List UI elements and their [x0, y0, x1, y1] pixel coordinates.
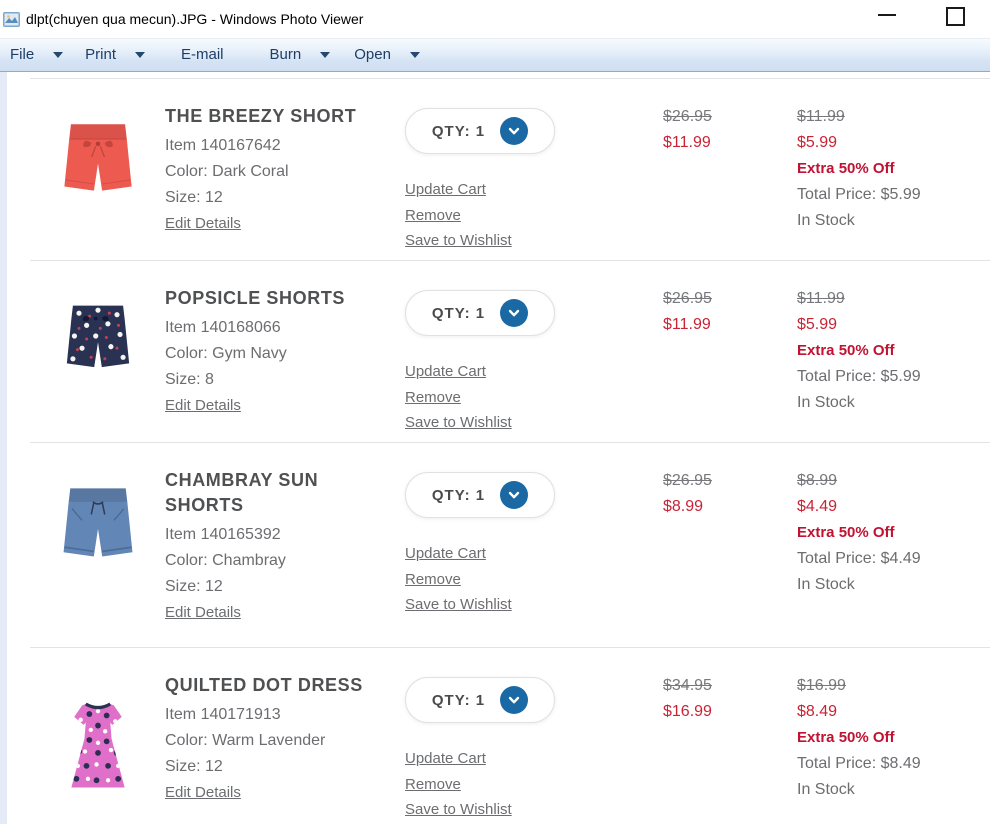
qty-value: QTY: 1	[432, 692, 485, 709]
stock-status: In Stock	[797, 390, 990, 416]
stock-status: In Stock	[797, 572, 990, 598]
chevron-down-icon	[320, 52, 330, 58]
menu-burn[interactable]: Burn	[270, 40, 331, 70]
total-price: Total Price: $5.99	[797, 364, 990, 390]
edit-details-link[interactable]: Edit Details	[165, 600, 241, 626]
sale-original-price: $16.99	[797, 673, 990, 699]
product-image-coral-shorts	[52, 116, 144, 198]
product-size: Size: 12	[165, 754, 405, 780]
chevron-down-icon	[500, 299, 528, 327]
total-price: Total Price: $4.49	[797, 546, 990, 572]
product-image-navy-shorts	[56, 298, 140, 374]
photo-viewer-icon	[3, 12, 20, 27]
original-price: $34.95	[663, 673, 797, 699]
sale-price: $8.49	[797, 699, 990, 725]
product-size: Size: 8	[165, 367, 405, 393]
chevron-down-icon	[500, 117, 528, 145]
chevron-down-icon	[135, 52, 145, 58]
menu-file[interactable]: File	[10, 40, 63, 70]
edit-details-link[interactable]: Edit Details	[165, 393, 241, 419]
cart-item-row: CHAMBRAY SUN SHORTS Item 140165392 Color…	[0, 442, 990, 647]
remove-link[interactable]: Remove	[405, 385, 461, 411]
promo-label: Extra 50% Off	[797, 725, 990, 751]
sale-price: $5.99	[797, 130, 990, 156]
product-color: Color: Chambray	[165, 548, 405, 574]
window-title: dlpt(chuyen qua mecun).JPG - Windows Pho…	[26, 11, 363, 27]
titlebar: dlpt(chuyen qua mecun).JPG - Windows Pho…	[0, 0, 990, 38]
total-price: Total Price: $5.99	[797, 182, 990, 208]
menu-print[interactable]: Print	[85, 40, 145, 70]
product-image-dot-dress	[62, 685, 134, 805]
update-cart-link[interactable]: Update Cart	[405, 177, 486, 203]
sale-original-price: $11.99	[797, 104, 990, 130]
product-color: Color: Warm Lavender	[165, 728, 405, 754]
update-cart-link[interactable]: Update Cart	[405, 359, 486, 385]
product-item-number: Item 140165392	[165, 522, 405, 548]
save-to-wishlist-link[interactable]: Save to Wishlist	[405, 592, 512, 618]
promo-label: Extra 50% Off	[797, 156, 990, 182]
product-size: Size: 12	[165, 185, 405, 211]
product-item-number: Item 140167642	[165, 133, 405, 159]
update-cart-link[interactable]: Update Cart	[405, 746, 486, 772]
product-image-chambray-shorts	[50, 480, 146, 564]
original-price: $26.95	[663, 468, 797, 494]
update-cart-link[interactable]: Update Cart	[405, 541, 486, 567]
product-name: CHAMBRAY SUN SHORTS	[165, 468, 383, 518]
qty-dropdown[interactable]: QTY: 1	[405, 290, 555, 336]
original-price: $26.95	[663, 286, 797, 312]
menu-email[interactable]: E-mail	[181, 40, 224, 70]
stock-status: In Stock	[797, 777, 990, 803]
sale-original-price: $11.99	[797, 286, 990, 312]
sale-original-price: $8.99	[797, 468, 990, 494]
edit-details-link[interactable]: Edit Details	[165, 211, 241, 237]
remove-link[interactable]: Remove	[405, 567, 461, 593]
stock-status: In Stock	[797, 208, 990, 234]
promo-label: Extra 50% Off	[797, 520, 990, 546]
current-price: $16.99	[663, 699, 797, 725]
sale-price: $4.49	[797, 494, 990, 520]
chevron-down-icon	[500, 481, 528, 509]
chevron-down-icon	[410, 52, 420, 58]
product-item-number: Item 140171913	[165, 702, 405, 728]
chevron-down-icon	[500, 686, 528, 714]
sale-price: $5.99	[797, 312, 990, 338]
qty-dropdown[interactable]: QTY: 1	[405, 677, 555, 723]
photo-viewer-window: dlpt(chuyen qua mecun).JPG - Windows Pho…	[0, 0, 990, 822]
qty-value: QTY: 1	[432, 305, 485, 322]
total-price: Total Price: $8.49	[797, 751, 990, 777]
current-price: $11.99	[663, 130, 797, 156]
photo-canvas: THE BREEZY SHORT Item 140167642 Color: D…	[0, 72, 990, 824]
save-to-wishlist-link[interactable]: Save to Wishlist	[405, 228, 512, 254]
save-to-wishlist-link[interactable]: Save to Wishlist	[405, 797, 512, 823]
promo-label: Extra 50% Off	[797, 338, 990, 364]
product-item-number: Item 140168066	[165, 315, 405, 341]
current-price: $11.99	[663, 312, 797, 338]
original-price: $26.95	[663, 104, 797, 130]
qty-value: QTY: 1	[432, 487, 485, 504]
cart-item-row: THE BREEZY SHORT Item 140167642 Color: D…	[0, 78, 990, 260]
product-name: POPSICLE SHORTS	[165, 286, 383, 311]
product-color: Color: Dark Coral	[165, 159, 405, 185]
chevron-down-icon	[53, 52, 63, 58]
product-color: Color: Gym Navy	[165, 341, 405, 367]
minimize-button[interactable]	[878, 14, 896, 16]
save-to-wishlist-link[interactable]: Save to Wishlist	[405, 410, 512, 436]
edit-details-link[interactable]: Edit Details	[165, 780, 241, 806]
product-name: THE BREEZY SHORT	[165, 104, 383, 129]
remove-link[interactable]: Remove	[405, 203, 461, 229]
product-size: Size: 12	[165, 574, 405, 600]
qty-value: QTY: 1	[432, 123, 485, 140]
cart-item-row: QUILTED DOT DRESS Item 140171913 Color: …	[0, 647, 990, 824]
menu-open[interactable]: Open	[354, 40, 420, 70]
maximize-button[interactable]	[946, 7, 965, 26]
qty-dropdown[interactable]: QTY: 1	[405, 108, 555, 154]
qty-dropdown[interactable]: QTY: 1	[405, 472, 555, 518]
cart-item-row: POPSICLE SHORTS Item 140168066 Color: Gy…	[0, 260, 990, 442]
product-name: QUILTED DOT DRESS	[165, 673, 383, 698]
remove-link[interactable]: Remove	[405, 772, 461, 798]
menubar: File Print E-mail Burn Open	[0, 38, 990, 72]
current-price: $8.99	[663, 494, 797, 520]
